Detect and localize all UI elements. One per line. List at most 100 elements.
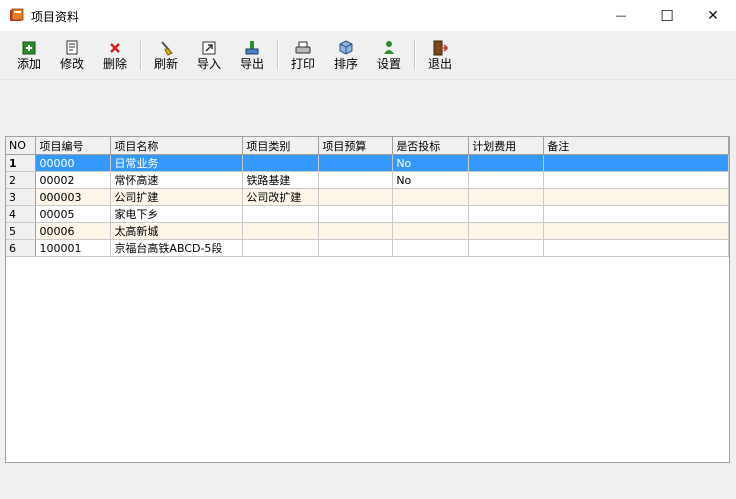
row-number: 2 xyxy=(6,171,37,189)
cell-project-code[interactable]: 00005 xyxy=(35,205,112,223)
cell-project-name[interactable]: 京福台高铁ABCD-5段 xyxy=(110,239,244,257)
sort-button[interactable]: 排序 xyxy=(329,39,363,75)
cell-remarks[interactable] xyxy=(543,205,729,223)
refresh-button[interactable]: 刷新 xyxy=(149,39,183,75)
print-button[interactable]: 打印 xyxy=(286,39,320,75)
table-row[interactable]: 3 000003 公司扩建 公司改扩建 xyxy=(6,188,729,206)
cell-project-name[interactable]: 太高新城 xyxy=(110,222,244,240)
cell-planned-cost[interactable] xyxy=(468,205,545,223)
cell-planned-cost[interactable] xyxy=(468,239,545,257)
col-header-remarks[interactable]: 备注 xyxy=(543,137,729,155)
cell-project-budget[interactable] xyxy=(318,188,394,206)
cell-project-category[interactable]: 铁路基建 xyxy=(242,171,320,189)
toolbar-separator xyxy=(414,40,416,70)
delete-button[interactable]: 删除 xyxy=(98,39,132,75)
exit-button[interactable]: 退出 xyxy=(423,39,457,75)
status-bar xyxy=(0,467,736,499)
close-icon: ✕ xyxy=(707,7,719,24)
minimize-icon: — xyxy=(615,9,627,22)
cell-project-category[interactable] xyxy=(242,239,320,257)
col-header-project-category[interactable]: 项目类别 xyxy=(242,137,320,155)
col-header-no[interactable]: NO xyxy=(6,137,37,155)
minimize-button[interactable]: — xyxy=(598,0,644,31)
cell-remarks[interactable] xyxy=(543,239,729,257)
table-row[interactable]: 1 00000 日常业务 No xyxy=(6,154,729,172)
cell-bidding[interactable] xyxy=(392,239,470,257)
cell-project-budget[interactable] xyxy=(318,171,394,189)
refresh-icon xyxy=(161,41,173,56)
cell-remarks[interactable] xyxy=(543,188,729,206)
cell-project-category[interactable] xyxy=(242,154,320,172)
app-book-icon xyxy=(10,8,24,21)
table-row[interactable]: 6 100001 京福台高铁ABCD-5段 xyxy=(6,239,729,257)
cell-bidding[interactable]: No xyxy=(392,171,470,189)
col-header-planned-cost[interactable]: 计划费用 xyxy=(468,137,545,155)
add-button[interactable]: 添加 xyxy=(12,39,46,75)
edit-button[interactable]: 修改 xyxy=(55,39,89,75)
cell-project-code[interactable]: 000003 xyxy=(35,188,112,206)
project-grid[interactable]: NO 项目编号 项目名称 项目类别 项目预算 是否投标 计划费用 备注 1 00… xyxy=(5,136,730,463)
edit-label: 修改 xyxy=(59,57,84,71)
cell-project-code[interactable]: 00000 xyxy=(35,154,112,172)
close-button[interactable]: ✕ xyxy=(690,0,736,31)
add-label: 添加 xyxy=(16,57,41,71)
edit-icon xyxy=(66,40,78,55)
cell-planned-cost[interactable] xyxy=(468,188,545,206)
cell-bidding[interactable] xyxy=(392,205,470,223)
settings-button[interactable]: 设置 xyxy=(372,39,406,75)
toolbar-divider xyxy=(0,79,736,80)
cell-project-category[interactable] xyxy=(242,222,320,240)
import-icon xyxy=(202,41,216,55)
settings-icon xyxy=(384,41,394,54)
maximize-button[interactable]: ☐ xyxy=(644,0,690,31)
project-table: NO 项目编号 项目名称 项目类别 项目预算 是否投标 计划费用 备注 1 00… xyxy=(6,137,729,257)
cell-remarks[interactable] xyxy=(543,222,729,240)
cell-project-budget[interactable] xyxy=(318,239,394,257)
window-title: 项目资料 xyxy=(31,10,80,24)
table-row[interactable]: 4 00005 家电下乡 xyxy=(6,205,729,223)
refresh-label: 刷新 xyxy=(153,57,178,71)
table-header-row: NO 项目编号 项目名称 项目类别 项目预算 是否投标 计划费用 备注 xyxy=(6,137,729,155)
table-row[interactable]: 5 00006 太高新城 xyxy=(6,222,729,240)
cell-project-code[interactable]: 00006 xyxy=(35,222,112,240)
exit-label: 退出 xyxy=(427,57,452,71)
cell-bidding[interactable]: No xyxy=(392,154,470,172)
cell-project-code[interactable]: 100001 xyxy=(35,239,112,257)
cell-bidding[interactable] xyxy=(392,188,470,206)
toolbar: 添加 修改 删除 刷新 导入 导出 打印 排序 设置 退出 xyxy=(0,31,736,77)
cell-remarks[interactable] xyxy=(543,154,729,172)
cell-project-name[interactable]: 常怀高速 xyxy=(110,171,244,189)
toolbar-separator xyxy=(277,40,279,70)
cell-project-name[interactable]: 公司扩建 xyxy=(110,188,244,206)
col-header-project-name[interactable]: 项目名称 xyxy=(110,137,244,155)
cell-planned-cost[interactable] xyxy=(468,154,545,172)
row-number: 5 xyxy=(6,222,37,240)
col-header-bidding[interactable]: 是否投标 xyxy=(392,137,470,155)
cell-project-code[interactable]: 00002 xyxy=(35,171,112,189)
export-label: 导出 xyxy=(239,57,264,71)
cell-bidding[interactable] xyxy=(392,222,470,240)
cell-project-name[interactable]: 家电下乡 xyxy=(110,205,244,223)
cell-project-category[interactable] xyxy=(242,205,320,223)
cell-project-budget[interactable] xyxy=(318,222,394,240)
cell-project-budget[interactable] xyxy=(318,154,394,172)
print-icon xyxy=(295,41,311,54)
cell-remarks[interactable] xyxy=(543,171,729,189)
col-header-project-budget[interactable]: 项目预算 xyxy=(318,137,394,155)
cell-project-name[interactable]: 日常业务 xyxy=(110,154,244,172)
import-button[interactable]: 导入 xyxy=(192,39,226,75)
import-label: 导入 xyxy=(196,57,221,71)
cell-planned-cost[interactable] xyxy=(468,222,545,240)
cell-project-category[interactable]: 公司改扩建 xyxy=(242,188,320,206)
exit-icon xyxy=(433,40,448,56)
cell-project-budget[interactable] xyxy=(318,205,394,223)
row-number: 3 xyxy=(6,188,37,206)
col-header-project-code[interactable]: 项目编号 xyxy=(35,137,112,155)
cell-planned-cost[interactable] xyxy=(468,171,545,189)
title-bar: 项目资料 — ☐ ✕ xyxy=(0,0,736,31)
print-label: 打印 xyxy=(290,57,315,71)
export-button[interactable]: 导出 xyxy=(235,39,269,75)
row-number: 4 xyxy=(6,205,37,223)
settings-label: 设置 xyxy=(376,57,401,71)
table-row[interactable]: 2 00002 常怀高速 铁路基建 No xyxy=(6,171,729,189)
